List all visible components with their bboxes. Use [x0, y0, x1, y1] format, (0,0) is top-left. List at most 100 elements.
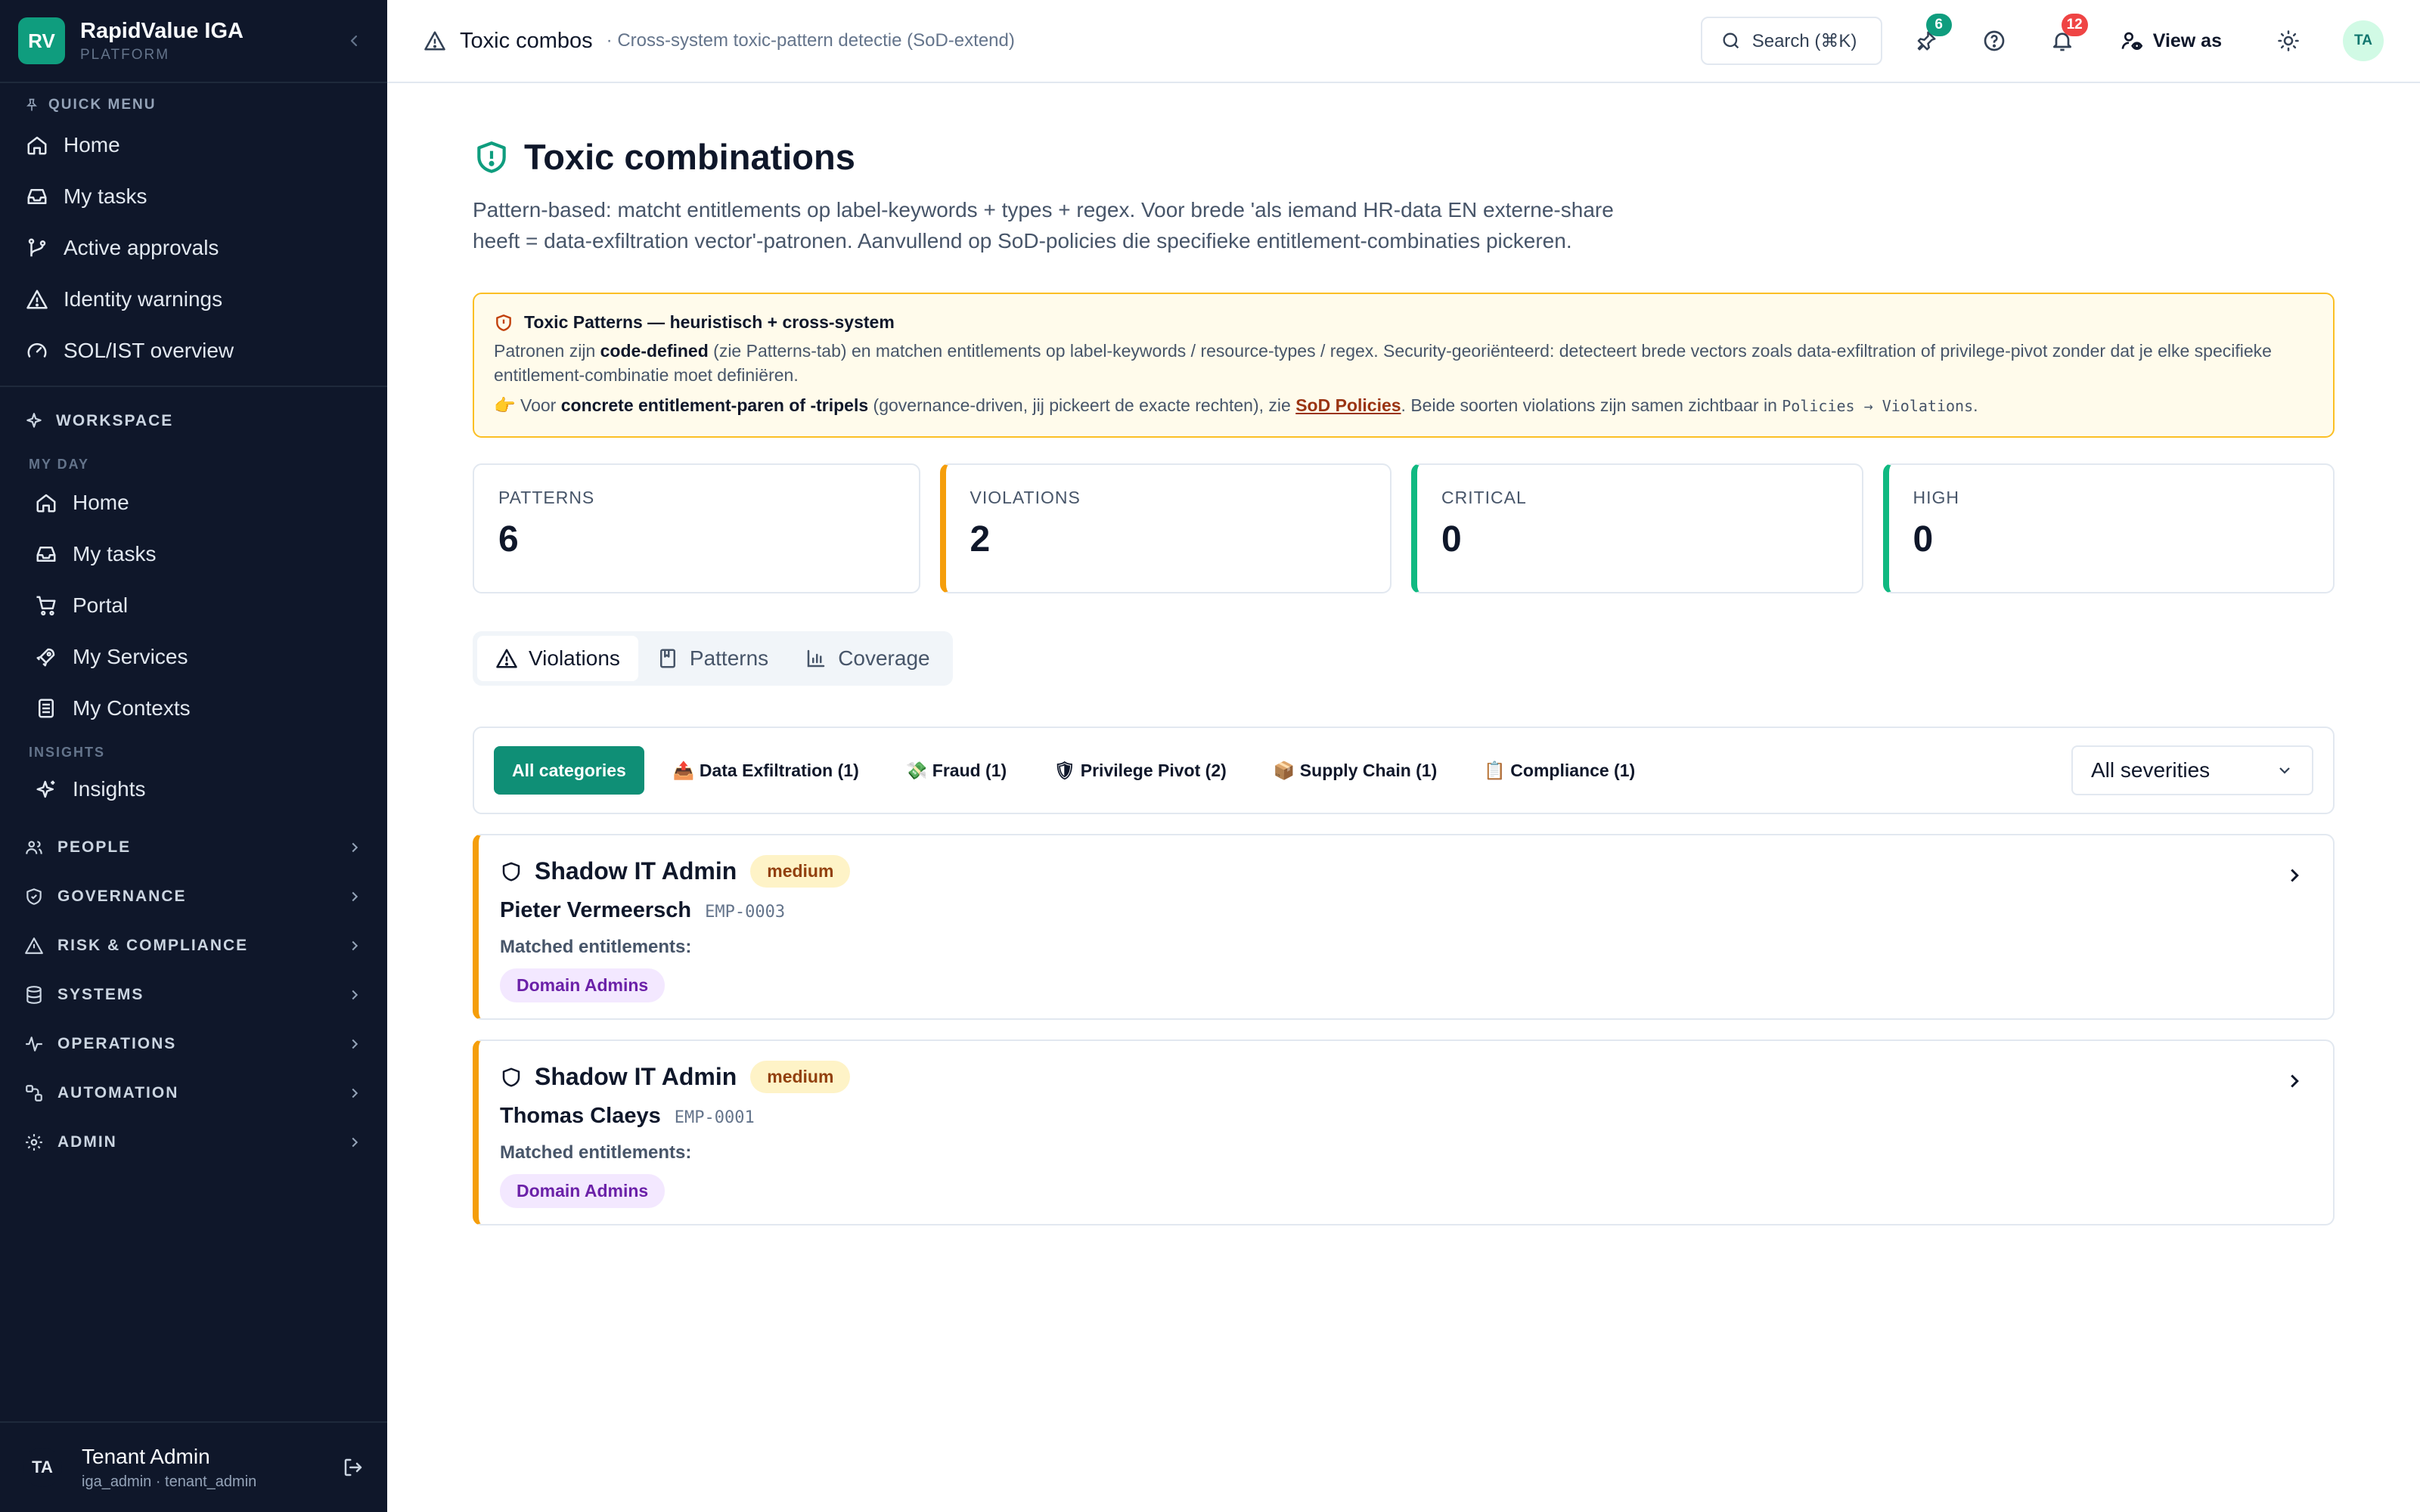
group-risk-compliance[interactable]: RISK & COMPLIANCE [0, 921, 387, 970]
filter-fraud[interactable]: 💸 Fraud (1) [888, 746, 1025, 795]
quick-my-tasks-label: My tasks [64, 184, 147, 208]
quick-sol-ist-overview-label: SOL/IST overview [64, 339, 234, 362]
violation-card[interactable]: Shadow IT Admin medium Pieter Vermeersch… [473, 834, 2335, 1020]
brand: RV RapidValue IGA PLATFORM [0, 0, 387, 83]
filter-data-exfiltration[interactable]: 📤 Data Exfiltration (1) [655, 746, 877, 795]
database-icon [26, 985, 42, 1004]
group-automation[interactable]: AUTOMATION [0, 1068, 387, 1117]
warning-icon [496, 649, 517, 668]
gauge-icon [27, 342, 47, 358]
sidebar-divider [0, 386, 387, 387]
sparkle-icon [26, 413, 42, 428]
sidebar: RV RapidValue IGA PLATFORM QUICK MENU Ho… [0, 0, 387, 1512]
collapse-sidebar-button[interactable] [339, 26, 369, 56]
shield-alert-icon [477, 141, 506, 173]
avatar[interactable]: TA [23, 1448, 62, 1487]
brand-name: RapidValue IGA [80, 18, 244, 43]
sidebar-item-home[interactable]: Home [0, 477, 387, 528]
sidebar-item-label: My Contexts [73, 696, 191, 720]
avatar[interactable]: TA [2343, 20, 2384, 61]
workspace-label: WORKSPACE [0, 411, 387, 431]
violation-pattern-name: Shadow IT Admin [535, 857, 737, 885]
tab-patterns[interactable]: Patterns [638, 636, 786, 681]
user-role: iga_admin · tenant_admin [82, 1473, 257, 1490]
violation-employee-id: EMP-0001 [674, 1108, 755, 1127]
sidebar-item-insights[interactable]: Insights [0, 764, 387, 815]
search-button[interactable]: Search (⌘K) [1700, 17, 1882, 65]
theme-toggle-button[interactable] [2264, 17, 2313, 65]
violation-person: Thomas Claeys [500, 1104, 661, 1128]
stack-icon [39, 699, 54, 718]
filter-all-categories[interactable]: All categories [494, 746, 644, 795]
sidebar-item-my-services[interactable]: My Services [0, 631, 387, 683]
filter-privilege-pivot[interactable]: 🛡 Privilege Pivot (2) [1035, 746, 1245, 795]
bar-chart-icon [807, 649, 825, 668]
tab-coverage[interactable]: Coverage [786, 636, 948, 681]
sod-policies-link[interactable]: SoD Policies [1295, 395, 1401, 415]
severity-select[interactable]: All severities [2071, 745, 2313, 795]
inbox-icon [36, 547, 56, 562]
chevron-right-icon [352, 1137, 358, 1147]
alert-paragraph-1: Patronen zijn code-defined (zie Patterns… [494, 341, 2272, 385]
brand-logo: RV [18, 17, 65, 64]
home-icon [36, 494, 56, 513]
topbar-title: Toxic combos [460, 28, 593, 53]
help-icon [1984, 30, 2005, 51]
filter-bar: All categories 📤 Data Exfiltration (1) 💸… [473, 727, 2335, 814]
book-icon [659, 649, 675, 668]
quick-active-approvals-label: Active approvals [64, 236, 219, 259]
page-title: Toxic combinations [473, 136, 2335, 178]
quick-my-tasks[interactable]: My tasks [0, 171, 387, 222]
inbox-icon [27, 189, 47, 204]
quick-identity-warnings[interactable]: Identity warnings [0, 274, 387, 325]
entitlement-tag: Domain Admins [500, 1174, 666, 1208]
pin-icon [26, 98, 38, 111]
warning-icon [26, 290, 48, 309]
sidebar-item-portal[interactable]: Portal [0, 580, 387, 631]
help-button[interactable] [1970, 17, 2018, 65]
stat-violations: VIOLATIONS 2 [939, 463, 1392, 593]
chevron-right-icon[interactable] [2283, 864, 2306, 887]
group-operations[interactable]: OPERATIONS [0, 1019, 387, 1068]
quick-active-approvals[interactable]: Active approvals [0, 222, 387, 274]
group-governance[interactable]: GOVERNANCE [0, 872, 387, 921]
sidebar-item-my-contexts[interactable]: My Contexts [0, 683, 387, 734]
logout-icon[interactable] [342, 1456, 365, 1479]
user-name: Tenant Admin [82, 1444, 210, 1468]
entitlement-tag: Domain Admins [500, 968, 666, 1002]
quick-menu-label: QUICK MENU [0, 97, 387, 113]
violation-person: Pieter Vermeersch [500, 898, 692, 922]
sidebar-item-label: Insights [73, 777, 146, 801]
quick-sol-ist-overview[interactable]: SOL/IST overview [0, 325, 387, 376]
shield-icon [502, 862, 520, 881]
group-systems[interactable]: SYSTEMS [0, 970, 387, 1019]
filter-supply-chain[interactable]: 📦 Supply Chain (1) [1255, 746, 1455, 795]
alert-paragraph-2: 👉 Voor concrete entitlement-paren of -tr… [494, 395, 1978, 415]
filter-compliance[interactable]: 📋 Compliance (1) [1466, 746, 1653, 795]
matched-label: Matched entitlements: [500, 1142, 692, 1163]
violation-card[interactable]: Shadow IT Admin medium Thomas Claeys EMP… [473, 1040, 2335, 1225]
stat-critical: CRITICAL 0 [1411, 463, 1863, 593]
chevron-left-icon [350, 35, 358, 47]
view-as-button[interactable]: View as [2120, 29, 2222, 53]
sidebar-item-label: Home [73, 491, 129, 514]
info-alert: Toxic Patterns — heuristisch + cross-sys… [473, 293, 2335, 438]
people-icon [26, 840, 42, 854]
group-admin[interactable]: ADMIN [0, 1117, 387, 1167]
topbar: Toxic combos · Cross-system toxic-patter… [387, 0, 2420, 83]
chevron-right-icon[interactable] [2283, 1070, 2306, 1092]
search-icon [1723, 33, 1739, 49]
tab-violations[interactable]: Violations [477, 636, 638, 681]
chevron-right-icon [352, 1039, 358, 1049]
severity-badge: medium [750, 1061, 851, 1093]
pins-button[interactable]: 6 [1902, 14, 1952, 65]
tab-bar: Violations Patterns Coverage [473, 631, 953, 686]
user-eye-icon [2121, 32, 2142, 51]
group-people[interactable]: PEOPLE [0, 823, 387, 872]
my-day-label: MY DAY [29, 457, 90, 472]
gear-icon [26, 1133, 42, 1151]
quick-home[interactable]: Home [0, 119, 387, 171]
sidebar-item-my-tasks[interactable]: My tasks [0, 528, 387, 580]
notifications-button[interactable]: 12 [2038, 14, 2088, 65]
sparkle-icon [36, 780, 55, 798]
